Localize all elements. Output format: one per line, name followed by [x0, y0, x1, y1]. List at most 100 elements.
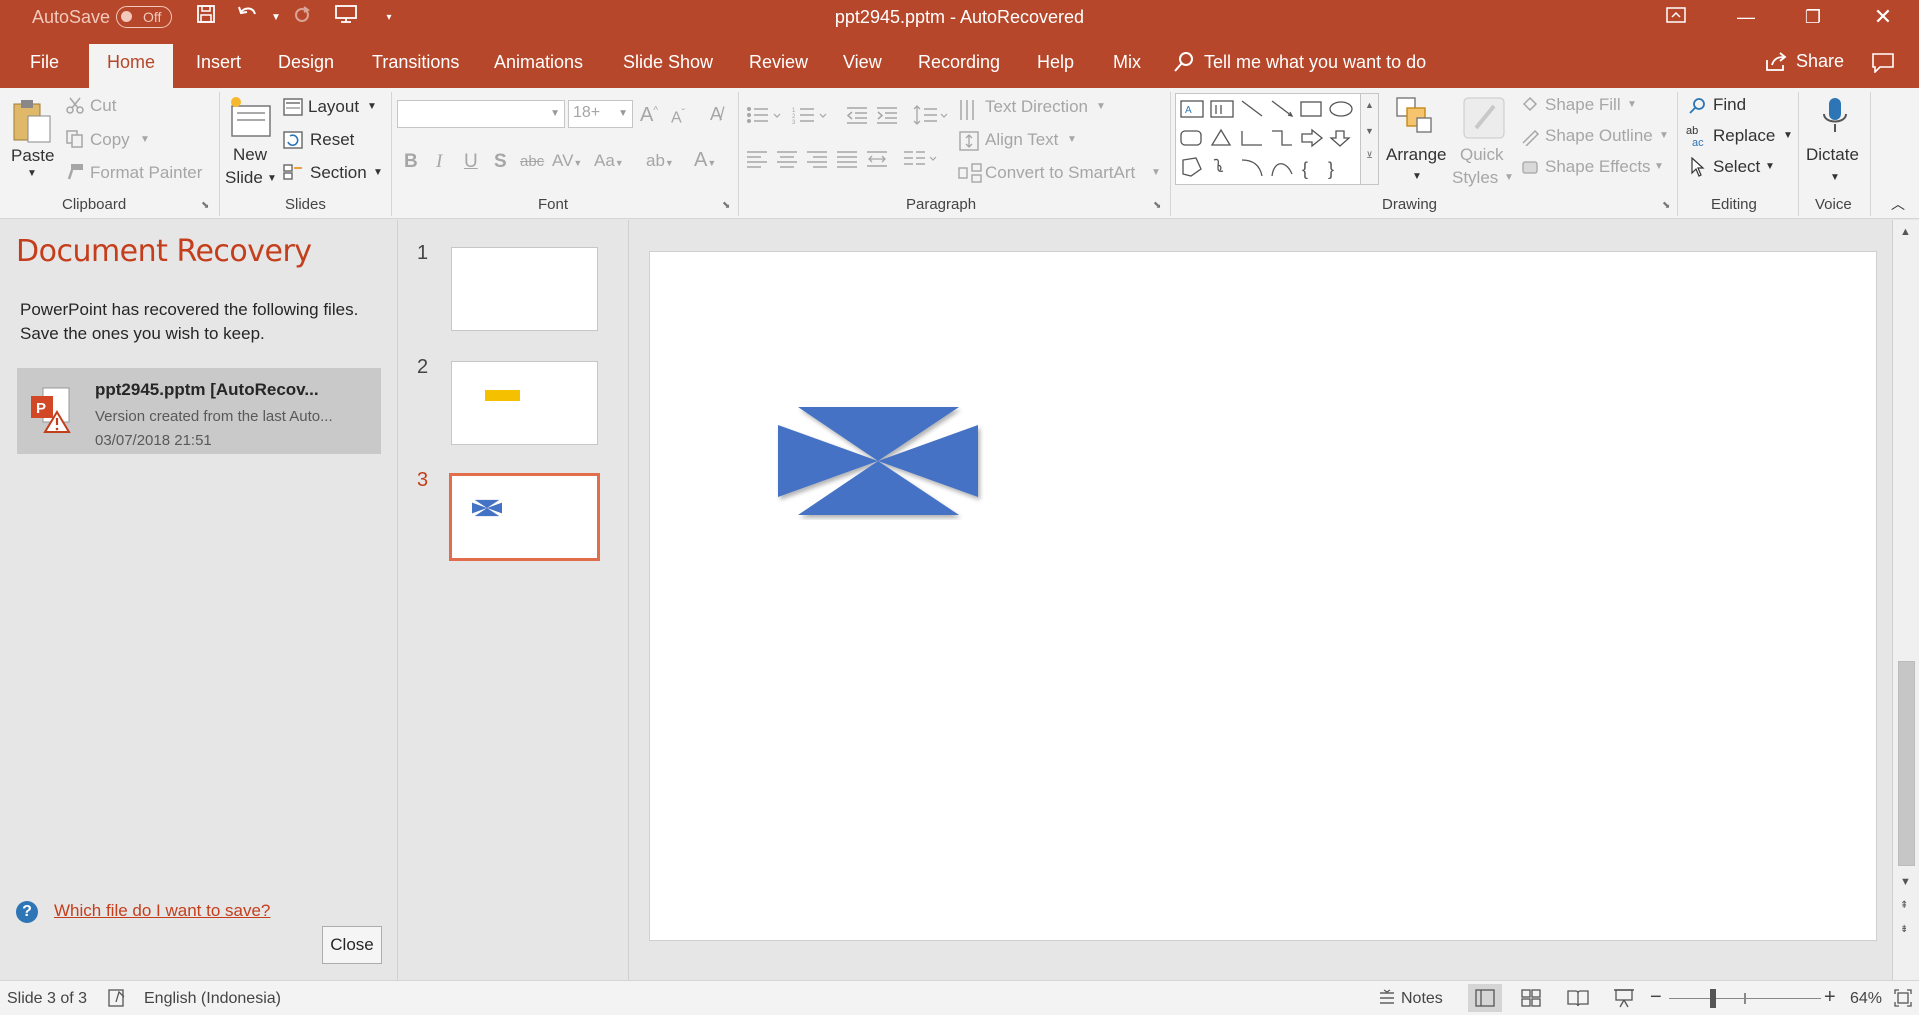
tab-file[interactable]: File	[30, 52, 59, 73]
tab-slide-show[interactable]: Slide Show	[623, 52, 713, 73]
copy-button[interactable]: Copy	[90, 130, 130, 150]
new-slide-label-2[interactable]: Slide	[225, 168, 263, 188]
quick-styles-label-2[interactable]: Styles	[1452, 168, 1498, 188]
reading-view-icon[interactable]	[1567, 989, 1589, 1012]
paste-dropdown-icon[interactable]: ▼	[27, 168, 37, 179]
new-slide-icon[interactable]	[229, 96, 273, 145]
layout-dropdown-icon[interactable]: ▼	[367, 101, 377, 112]
underline-icon[interactable]: U	[464, 151, 478, 173]
dictate-dropdown-icon[interactable]: ▼	[1830, 172, 1840, 183]
format-painter-button[interactable]: Format Painter	[90, 163, 202, 183]
cut-button[interactable]: Cut	[90, 96, 116, 116]
numbering-icon[interactable]: 123	[792, 106, 830, 129]
gallery-up-icon[interactable]: ▲	[1361, 100, 1378, 110]
increase-indent-icon[interactable]	[875, 106, 899, 129]
copy-dropdown-icon[interactable]: ▼	[140, 134, 150, 145]
arrange-dropdown-icon[interactable]: ▼	[1412, 171, 1422, 182]
new-slide-dropdown-icon[interactable]: ▼	[267, 173, 277, 184]
shapes-gallery-scroll[interactable]: ▲ ▼ ⊻	[1361, 93, 1379, 185]
microphone-icon[interactable]	[1820, 96, 1850, 143]
drawing-launcher-icon[interactable]: ⬊	[1662, 200, 1670, 211]
shape-effects-dropdown-icon[interactable]: ▼	[1654, 161, 1664, 172]
shape-fill-button[interactable]: Shape Fill	[1545, 95, 1621, 115]
zoom-in-icon[interactable]: +	[1824, 986, 1836, 1009]
close-window-icon[interactable]: ✕	[1860, 0, 1906, 34]
scroll-up-icon[interactable]: ▲	[1900, 226, 1911, 238]
previous-slide-icon[interactable]: ⇞	[1900, 900, 1908, 911]
tab-transitions[interactable]: Transitions	[372, 52, 459, 73]
minimize-icon[interactable]: —	[1723, 0, 1769, 34]
gallery-down-icon[interactable]: ▼	[1361, 126, 1378, 136]
notes-button[interactable]: Notes	[1401, 990, 1443, 1008]
gallery-more-icon[interactable]: ⊻	[1361, 150, 1378, 161]
comments-icon[interactable]	[1872, 53, 1894, 78]
align-right-icon[interactable]	[806, 150, 828, 173]
tab-insert[interactable]: Insert	[196, 52, 241, 73]
tab-help[interactable]: Help	[1037, 52, 1074, 73]
paste-icon[interactable]	[12, 98, 54, 149]
select-dropdown-icon[interactable]: ▼	[1765, 161, 1775, 172]
strikethrough-icon[interactable]: abc	[520, 153, 544, 170]
new-slide-label[interactable]: New	[233, 145, 267, 165]
shape-effects-button[interactable]: Shape Effects	[1545, 157, 1651, 177]
tab-home[interactable]: Home	[89, 44, 174, 88]
distributed-icon[interactable]	[866, 150, 888, 173]
hourglass-shape[interactable]	[776, 404, 984, 520]
shape-outline-button[interactable]: Shape Outline	[1545, 126, 1653, 146]
quick-styles-icon[interactable]	[1462, 96, 1506, 145]
highlight-color-icon[interactable]: ab▼	[646, 151, 674, 171]
bullets-icon[interactable]	[746, 106, 784, 129]
shape-outline-dropdown-icon[interactable]: ▼	[1659, 130, 1669, 141]
quick-styles-label[interactable]: Quick	[1460, 145, 1503, 165]
next-slide-icon[interactable]: ⇟	[1900, 924, 1908, 935]
clear-formatting-icon[interactable]: A̸	[710, 104, 722, 125]
convert-smartart-button[interactable]: Convert to SmartArt	[985, 163, 1135, 183]
slide-thumbnail-1[interactable]	[451, 247, 598, 331]
arrange-icon[interactable]	[1395, 96, 1435, 141]
shapes-gallery[interactable]: A { }	[1175, 93, 1361, 185]
italic-icon[interactable]: I	[436, 151, 442, 173]
which-file-help-link[interactable]: Which file do I want to save?	[54, 901, 270, 921]
collapse-ribbon-icon[interactable]: ︿	[1891, 194, 1905, 214]
quick-styles-dropdown-icon[interactable]: ▼	[1504, 172, 1514, 183]
font-color-icon[interactable]: A▼	[694, 149, 716, 172]
align-left-icon[interactable]	[746, 150, 768, 173]
tab-design[interactable]: Design	[278, 52, 334, 73]
zoom-out-icon[interactable]: −	[1650, 986, 1662, 1009]
section-button[interactable]: Section	[310, 163, 367, 183]
select-button[interactable]: Select	[1713, 157, 1760, 177]
slide-thumbnail-3[interactable]	[449, 473, 600, 561]
change-case-icon[interactable]: Aa▼	[594, 151, 624, 171]
section-dropdown-icon[interactable]: ▼	[373, 167, 383, 178]
spell-check-icon[interactable]	[107, 988, 127, 1013]
align-text-dropdown-icon[interactable]: ▼	[1067, 134, 1077, 145]
recovery-close-button[interactable]: Close	[322, 926, 382, 964]
slide-sorter-icon[interactable]	[1521, 989, 1541, 1012]
dictate-button[interactable]: Dictate	[1806, 145, 1859, 165]
text-direction-button[interactable]: Text Direction	[985, 97, 1088, 117]
tab-animations[interactable]: Animations	[494, 52, 583, 73]
slide-canvas[interactable]	[649, 251, 1877, 941]
reset-button[interactable]: Reset	[310, 130, 354, 150]
replace-dropdown-icon[interactable]: ▼	[1783, 130, 1793, 141]
increase-font-size-icon[interactable]: A^	[640, 104, 658, 127]
fit-slide-icon[interactable]	[1894, 989, 1912, 1012]
scrollbar-thumb[interactable]	[1898, 661, 1915, 866]
font-name-dropdown-icon[interactable]: ▼	[550, 108, 560, 119]
justify-icon[interactable]	[836, 150, 858, 173]
decrease-font-size-icon[interactable]: Aˇ	[671, 108, 685, 127]
replace-button[interactable]: Replace	[1713, 126, 1775, 146]
arrange-button[interactable]: Arrange	[1386, 145, 1446, 165]
tab-review[interactable]: Review	[749, 52, 808, 73]
zoom-slider-thumb[interactable]	[1710, 989, 1716, 1008]
font-size-input[interactable]: 18+ ▼	[568, 100, 633, 128]
font-launcher-icon[interactable]: ⬊	[722, 200, 730, 211]
font-name-input[interactable]: ▼	[397, 100, 565, 128]
slide-thumbnail-2[interactable]	[451, 361, 598, 445]
tab-recording[interactable]: Recording	[918, 52, 1000, 73]
recovered-file-item[interactable]: P ppt2945.pptm [AutoRecov... Version cre…	[17, 368, 381, 454]
share-button[interactable]: Share	[1796, 51, 1844, 72]
tell-me-input[interactable]: Tell me what you want to do	[1204, 52, 1426, 73]
find-button[interactable]: Find	[1713, 95, 1746, 115]
line-spacing-icon[interactable]	[913, 104, 949, 131]
